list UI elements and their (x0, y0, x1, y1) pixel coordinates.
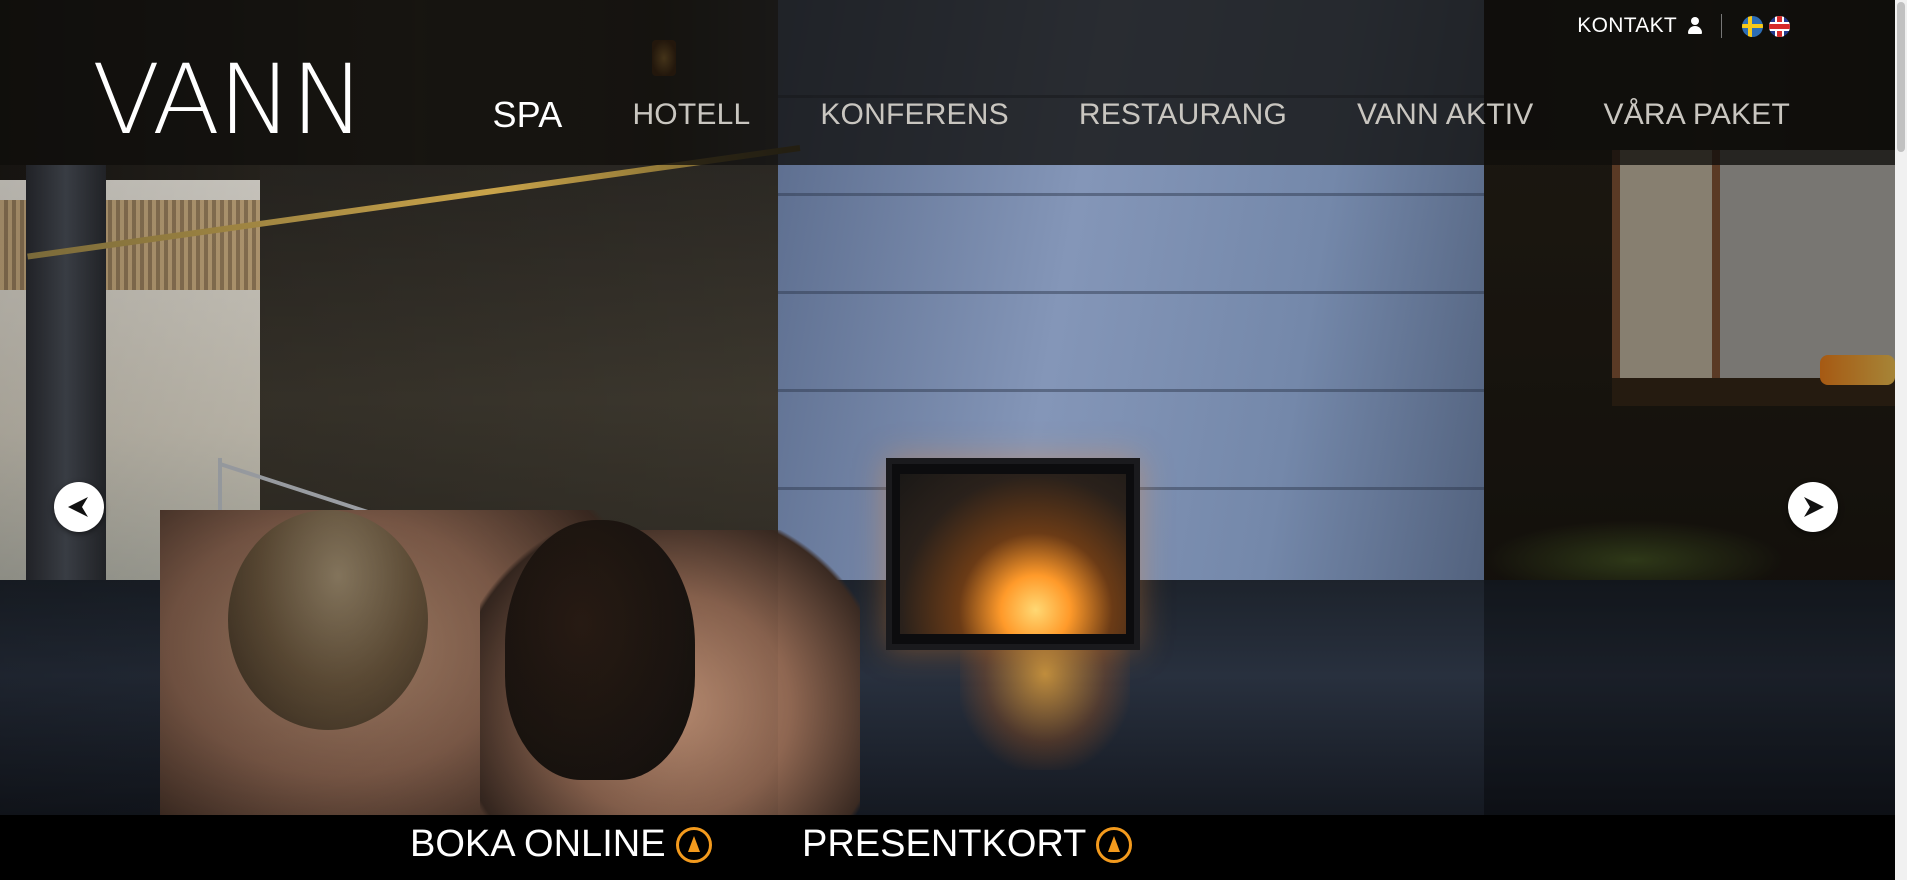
book-online-label: BOKA ONLINE (410, 823, 666, 865)
carousel-prev-button[interactable] (54, 482, 104, 532)
divider (1721, 14, 1722, 38)
logo[interactable]: VANN (92, 52, 365, 148)
scrollbar-thumb[interactable] (1897, 2, 1905, 152)
page: VANN KONTAKT SPA HOTELL KONFERENS RESTAU… (0, 0, 1907, 880)
fireplace (886, 458, 1140, 650)
page-scrollbar[interactable] (1895, 0, 1907, 880)
nav-item-vara-paket[interactable]: VÅRA PAKET (1603, 98, 1790, 136)
swedish-flag-icon[interactable] (1742, 15, 1763, 37)
arrow-right-icon (1804, 497, 1824, 517)
contact-link[interactable]: KONTAKT (1577, 14, 1703, 38)
bottom-cta-bar: BOKA ONLINE PRESENTKORT (0, 815, 1907, 880)
nav-item-hotell[interactable]: HOTELL (632, 98, 750, 136)
english-flag-icon[interactable] (1769, 15, 1790, 37)
arrow-left-icon (68, 497, 88, 517)
nav-item-vann-aktiv[interactable]: VANN AKTIV (1357, 98, 1534, 136)
arrow-up-circle-icon (675, 826, 712, 863)
carousel-next-button[interactable] (1788, 482, 1838, 532)
arrow-up-circle-icon (1096, 826, 1133, 863)
gift-card-button[interactable]: PRESENTKORT (802, 823, 1133, 866)
nav-item-spa[interactable]: SPA (492, 94, 562, 136)
book-online-button[interactable]: BOKA ONLINE (410, 823, 712, 866)
gift-card-label: PRESENTKORT (802, 823, 1087, 865)
site-header: VANN KONTAKT SPA HOTELL KONFERENS RESTAU… (0, 0, 1895, 165)
nav-item-restaurang[interactable]: RESTAURANG (1079, 98, 1287, 136)
main-nav: SPA HOTELL KONFERENS RESTAURANG VANN AKT… (422, 94, 1790, 136)
contact-label: KONTAKT (1577, 14, 1677, 37)
top-utility-bar: KONTAKT (1577, 12, 1790, 40)
nav-item-konferens[interactable]: KONFERENS (820, 98, 1009, 136)
person-icon (1687, 17, 1703, 35)
